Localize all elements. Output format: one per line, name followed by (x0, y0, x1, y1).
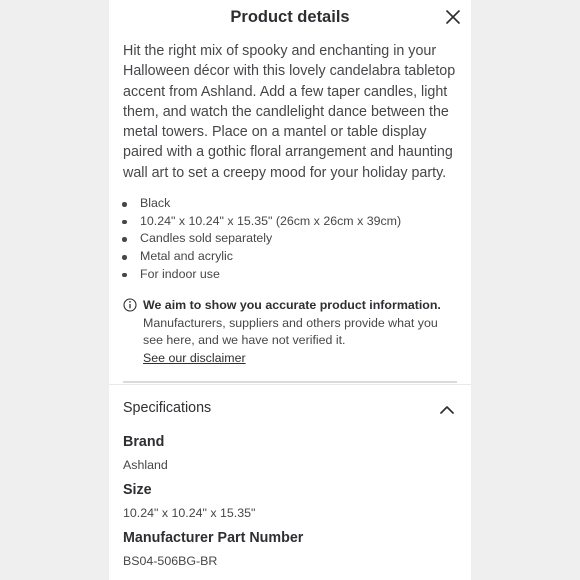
spec-value: Ashland (123, 458, 168, 472)
feature-item: 10.24" x 10.24" x 15.35" (26cm x 26cm x … (122, 213, 456, 231)
feature-item: Black (122, 195, 456, 213)
spec-label: Manufacturer Part Number (123, 530, 304, 546)
panel-header: Product details (109, 0, 471, 38)
spec-row-part-number: Manufacturer Part Number BS04-506BG-BR (123, 529, 459, 570)
divider (123, 381, 457, 383)
spec-value: BS04-506BG-BR (123, 554, 218, 568)
info-icon (123, 298, 137, 312)
feature-item: Metal and acrylic (122, 248, 456, 266)
spec-label: Brand (123, 434, 165, 450)
feature-list: Black 10.24" x 10.24" x 15.35" (26cm x 2… (122, 195, 456, 284)
chevron-up-icon (440, 406, 454, 414)
specifications-toggle[interactable]: Specifications (123, 399, 459, 419)
product-details-panel: Product details Hit the right mix of spo… (109, 0, 471, 580)
feature-item: Candles sold separately (122, 230, 456, 248)
spec-value: 10.24" x 10.24" x 15.35" (123, 506, 256, 520)
panel-title: Product details (230, 8, 350, 26)
close-button[interactable] (445, 9, 461, 25)
product-description: Hit the right mix of spooky and enchanti… (123, 43, 456, 181)
feature-item: For indoor use (122, 266, 456, 284)
spec-row-size: Size 10.24" x 10.24" x 15.35" (123, 481, 459, 522)
spec-row-brand: Brand Ashland (123, 433, 459, 474)
spec-label: Size (123, 482, 152, 498)
notice-heading: We aim to show you accurate product info… (143, 298, 441, 312)
close-icon (446, 10, 460, 24)
notice-body: Manufacturers, suppliers and others prov… (143, 315, 438, 348)
disclaimer-link[interactable]: See our disclaimer (143, 351, 246, 365)
specifications-title: Specifications (123, 400, 212, 416)
divider (109, 384, 471, 385)
notice-text: We aim to show you accurate product info… (143, 297, 453, 368)
